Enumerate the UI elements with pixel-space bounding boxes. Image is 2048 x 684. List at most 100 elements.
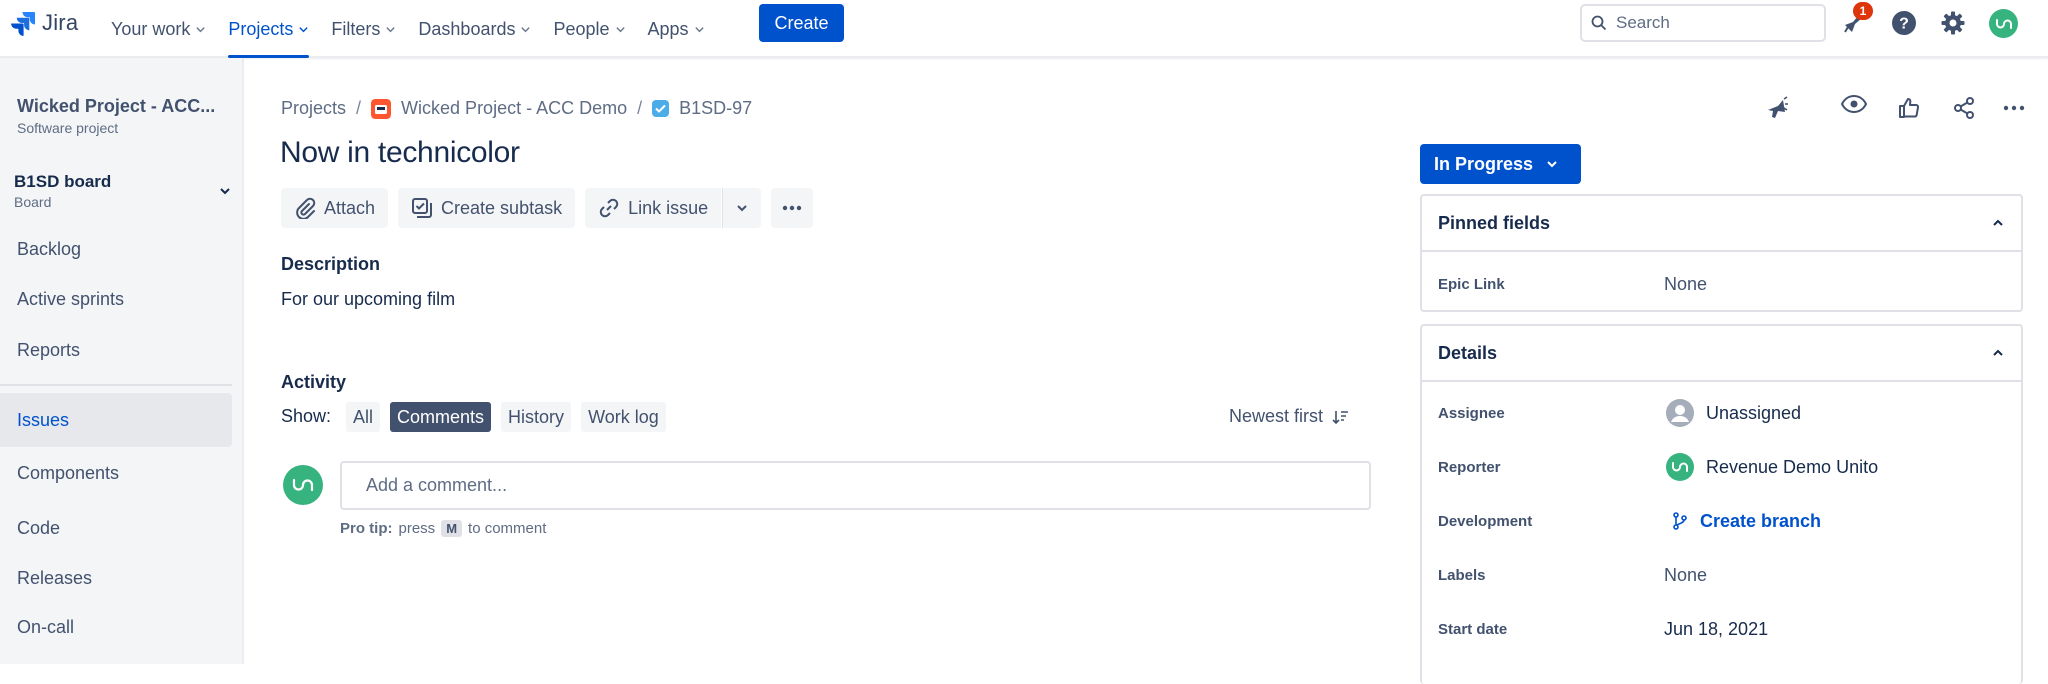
assignee-value[interactable]: Unassigned [1666, 399, 1801, 427]
start-date-value[interactable]: Jun 18, 2021 [1664, 619, 1768, 640]
link-issue-button[interactable]: Link issue [585, 188, 722, 228]
filter-comments[interactable]: Comments [390, 402, 492, 432]
profile-avatar[interactable] [1989, 9, 2018, 38]
task-type-icon [652, 100, 670, 117]
activity-heading: Activity [281, 372, 347, 392]
unassigned-avatar [1666, 399, 1694, 427]
sidebar-item-reports[interactable]: Reports [0, 323, 232, 377]
breadcrumb-projects[interactable]: Projects [281, 98, 346, 119]
chevron-up-icon [1993, 219, 2003, 226]
jira-logo-icon [11, 12, 35, 36]
create-subtask-button[interactable]: Create subtask [398, 188, 576, 228]
sidebar-item-code[interactable]: Code [0, 501, 232, 555]
chevron-down-icon [196, 26, 206, 32]
sidebar-project-type: Software project [17, 120, 119, 136]
pinned-fields-header[interactable]: Pinned fields [1422, 196, 2021, 252]
megaphone-icon [1768, 96, 1788, 118]
link-issue-dropdown[interactable] [722, 188, 762, 228]
activity-filters: All Comments History Work log [346, 402, 666, 432]
field-label: Reporter [1438, 458, 1501, 476]
field-assignee: Assignee Unassigned [1438, 398, 2005, 428]
protip-key: M [441, 520, 463, 537]
labels-value[interactable]: None [1664, 565, 1707, 586]
project-sidebar: Wicked Project - ACC... Software project… [0, 58, 244, 664]
protip-suffix: to comment [468, 520, 547, 537]
board-name: B1SD board [14, 172, 112, 191]
share-button[interactable] [1950, 94, 1978, 122]
chevron-down-icon [220, 188, 230, 195]
sidebar-item-issues[interactable]: Issues [0, 393, 232, 447]
project-avatar-icon [371, 98, 392, 119]
user-icon [1666, 399, 1694, 427]
breadcrumb: Projects / Wicked Project - ACC Demo / B… [281, 98, 752, 119]
attach-label: Attach [324, 197, 376, 218]
details-heading: Details [1438, 342, 1498, 363]
sidebar-item-backlog[interactable]: Backlog [0, 222, 232, 276]
comment-input[interactable]: Add a comment... [340, 461, 1371, 510]
issue-title[interactable]: Now in technicolor [280, 136, 520, 170]
notification-badge: 1 [1853, 2, 1873, 20]
breadcrumb-project[interactable]: Wicked Project - ACC Demo [401, 98, 627, 119]
nav-filters[interactable]: Filters [320, 0, 407, 58]
pro-tip: Pro tip: press M to comment [340, 520, 546, 537]
sort-toggle[interactable]: Newest first [1229, 406, 1349, 427]
nav-your-work[interactable]: Your work [100, 0, 217, 58]
sidebar-project-name[interactable]: Wicked Project - ACC... [17, 96, 215, 117]
nav-projects[interactable]: Projects [217, 0, 320, 58]
details-header[interactable]: Details [1422, 326, 2021, 382]
chevron-down-icon [737, 205, 747, 212]
more-actions-menu[interactable] [2000, 94, 2028, 122]
create-button[interactable]: Create [759, 4, 844, 42]
settings-button[interactable] [1939, 9, 1967, 37]
link-issue-label: Link issue [628, 197, 709, 218]
field-labels: Labels None [1438, 560, 2005, 590]
chevron-down-icon [386, 26, 396, 32]
top-navigation: Jira Your work Projects Filters Dashboar… [0, 0, 2048, 58]
watch-button[interactable] [1840, 90, 1868, 118]
sidebar-item-on-call[interactable]: On-call [0, 600, 232, 654]
thumbs-up-icon [1899, 98, 1919, 118]
field-epic-link: Epic Link None [1438, 269, 2005, 299]
details-panel: Details Assignee Unassigned Reporter Rev… [1420, 324, 2023, 684]
search-input[interactable] [1616, 13, 1806, 33]
breadcrumb-issue-key[interactable]: B1SD-97 [679, 98, 752, 119]
field-reporter: Reporter Revenue Demo Unito [1438, 452, 2005, 482]
feedback-button[interactable] [1763, 94, 1791, 122]
jira-logo[interactable]: Jira [10, 10, 78, 36]
nav-people[interactable]: People [542, 0, 636, 58]
subtask-icon [412, 198, 433, 218]
field-label: Labels [1438, 566, 1486, 584]
attach-button[interactable]: Attach [281, 188, 389, 228]
nav-label: Dashboards [418, 18, 516, 39]
field-label: Development [1438, 512, 1533, 530]
status-dropdown[interactable]: In Progress [1420, 144, 1581, 184]
sidebar-item-releases[interactable]: Releases [0, 551, 232, 605]
pinned-fields-panel: Pinned fields Epic Link None [1420, 194, 2023, 312]
create-branch-link[interactable]: Create branch [1672, 511, 1821, 532]
description-text[interactable]: For our upcoming film [281, 289, 455, 310]
search-icon [1591, 15, 1607, 31]
filter-work-log[interactable]: Work log [581, 402, 666, 432]
nav-dashboards[interactable]: Dashboards [407, 0, 542, 58]
epic-link-value[interactable]: None [1664, 274, 1707, 295]
commenter-avatar [283, 465, 323, 505]
chevron-down-icon [299, 26, 309, 32]
nav-apps[interactable]: Apps [637, 0, 716, 58]
breadcrumb-separator: / [637, 98, 643, 118]
help-button[interactable]: ? [1890, 9, 1918, 37]
sidebar-item-components[interactable]: Components [0, 446, 232, 500]
sidebar-item-active-sprints[interactable]: Active sprints [0, 272, 232, 326]
vote-button[interactable] [1895, 94, 1923, 122]
filter-history[interactable]: History [501, 402, 572, 432]
more-actions-button[interactable] [771, 188, 814, 228]
sort-descending-icon [1332, 410, 1349, 424]
show-label: Show: [281, 406, 332, 426]
board-switcher[interactable]: B1SD board Board [14, 172, 232, 218]
eye-icon [1840, 94, 1868, 114]
filter-all[interactable]: All [346, 402, 381, 432]
unito-logo-icon [292, 478, 314, 492]
branch-icon [1673, 512, 1687, 530]
reporter-value[interactable]: Revenue Demo Unito [1666, 453, 1878, 481]
search-box[interactable] [1580, 4, 1826, 42]
nav-label: People [553, 18, 610, 39]
